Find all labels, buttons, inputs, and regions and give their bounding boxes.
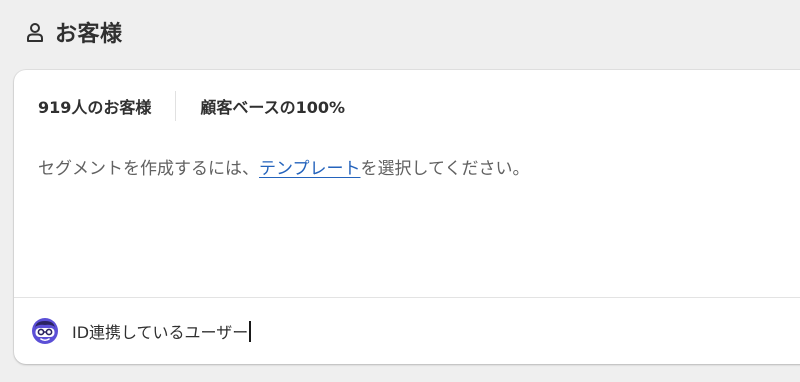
query-text: ID連携しているユーザー: [72, 323, 249, 342]
stats-row: 919人のお客様 顧客ベースの100%: [38, 90, 345, 122]
page-title: お客様: [55, 22, 123, 47]
text-cursor: [249, 320, 251, 342]
person-icon: [24, 21, 46, 43]
segment-query-input[interactable]: ID連携しているユーザー: [72, 319, 251, 343]
page-header: お客様: [24, 14, 123, 50]
message-prefix: セグメントを作成するには、: [38, 159, 259, 179]
template-link[interactable]: テンプレート: [259, 159, 361, 179]
card-divider: [14, 297, 800, 298]
customers-card: 919人のお客様 顧客ベースの100% セグメントを作成するには、テンプレートを…: [14, 70, 800, 364]
avatar-icon: [30, 316, 60, 346]
stats-divider: [175, 91, 177, 121]
empty-state-message: セグメントを作成するには、テンプレートを選択してください。: [38, 154, 529, 179]
segment-query-row: ID連携しているユーザー: [30, 314, 251, 348]
customer-count: 919人のお客様: [38, 98, 152, 117]
message-suffix: を選択してください。: [360, 159, 530, 179]
customer-base-percentage: 顧客ベースの100%: [200, 98, 346, 117]
